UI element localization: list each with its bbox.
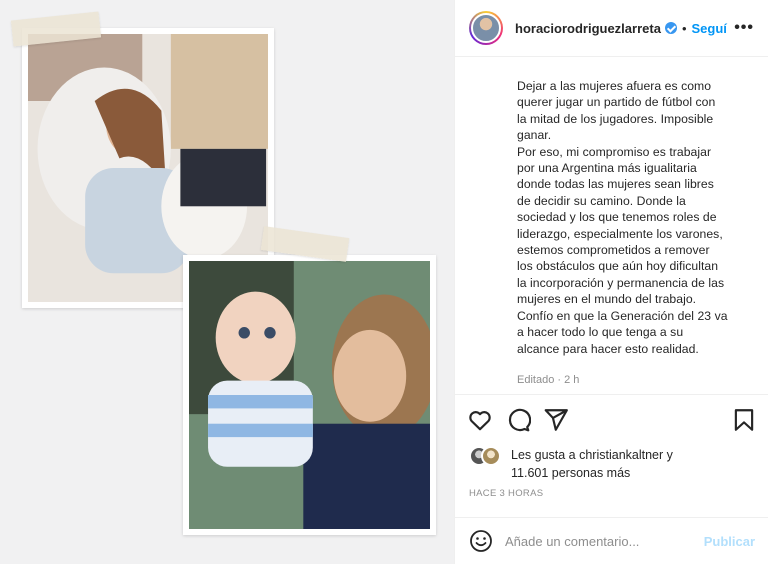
liker-avatars	[469, 446, 505, 468]
caption-line: a hacer todo lo que tenga a su	[517, 325, 684, 340]
smiley-icon[interactable]	[469, 529, 493, 553]
caption-line: por una Argentina más igualitaria	[517, 161, 697, 176]
caption-line: la mitad de los jugadores. Imposible	[517, 111, 714, 126]
comment-bar: Publicar	[455, 517, 768, 564]
photo-baby	[183, 255, 436, 535]
paper-plane-icon[interactable]	[543, 407, 569, 433]
caption-line: ganar.	[517, 128, 552, 143]
caption-line: Confío en que la Generación del 23 va	[517, 308, 728, 323]
caption-line: estemos comprometidos a remover	[517, 243, 710, 258]
edited-label: Editado · 2 h	[517, 374, 580, 386]
caption-line: donde todas las mujeres sean libres	[517, 177, 714, 192]
comment-input[interactable]	[505, 533, 691, 549]
caption-line: alcance para hacer esto realidad.	[517, 341, 699, 356]
post-details-panel: horaciorodriguezlarreta • Seguí ••• Deja…	[454, 0, 768, 564]
verified-badge-icon	[664, 21, 677, 34]
avatar[interactable]	[469, 11, 503, 45]
publish-button[interactable]: Publicar	[704, 534, 755, 549]
likes-summary[interactable]: Les gusta a christiankaltner y 11.601 pe…	[469, 446, 673, 482]
caption-line: sociedad y los que tenemos roles de	[517, 210, 717, 225]
avatar	[481, 446, 501, 466]
caption-line: Por eso, mi compromiso es trabajar	[517, 144, 712, 159]
caption-line: Dejar a las mujeres afuera es como	[517, 79, 712, 93]
username-text: horaciorodriguezlarreta	[515, 20, 661, 36]
username-link[interactable]: horaciorodriguezlarreta	[515, 21, 677, 36]
caption-line: liderazgo, especialmente los varones,	[517, 226, 723, 241]
likes-text: Les gusta a christiankaltner y 11.601 pe…	[511, 446, 673, 482]
heart-icon[interactable]	[467, 407, 493, 433]
post-caption: Dejar a las mujeres afuera es como quere…	[517, 78, 757, 357]
post-header: horaciorodriguezlarreta • Seguí •••	[455, 0, 768, 57]
action-bar	[455, 394, 768, 444]
more-options-icon[interactable]: •••	[734, 19, 754, 37]
caption-line: los obstáculos que aún hoy dificultan	[517, 259, 719, 274]
caption-line: de decidir su camino. Donde la	[517, 193, 686, 208]
likes-count[interactable]: 11.601 personas más	[511, 464, 673, 482]
caption-line: querer jugar un partido de fútbol con	[517, 95, 716, 110]
post-timestamp[interactable]: HACE 3 HORAS	[469, 488, 543, 499]
caption-line: la incorporación y permanencia de las	[517, 275, 725, 290]
caption-line: mujeres en el mundo del trabajo.	[517, 292, 697, 307]
bookmark-icon[interactable]	[731, 407, 757, 433]
post-media[interactable]	[0, 0, 454, 564]
likes-line: Les gusta a christiankaltner y	[511, 448, 673, 462]
follow-button[interactable]: Seguí	[692, 21, 727, 36]
comment-icon[interactable]	[505, 407, 531, 433]
separator-dot: •	[681, 20, 687, 36]
